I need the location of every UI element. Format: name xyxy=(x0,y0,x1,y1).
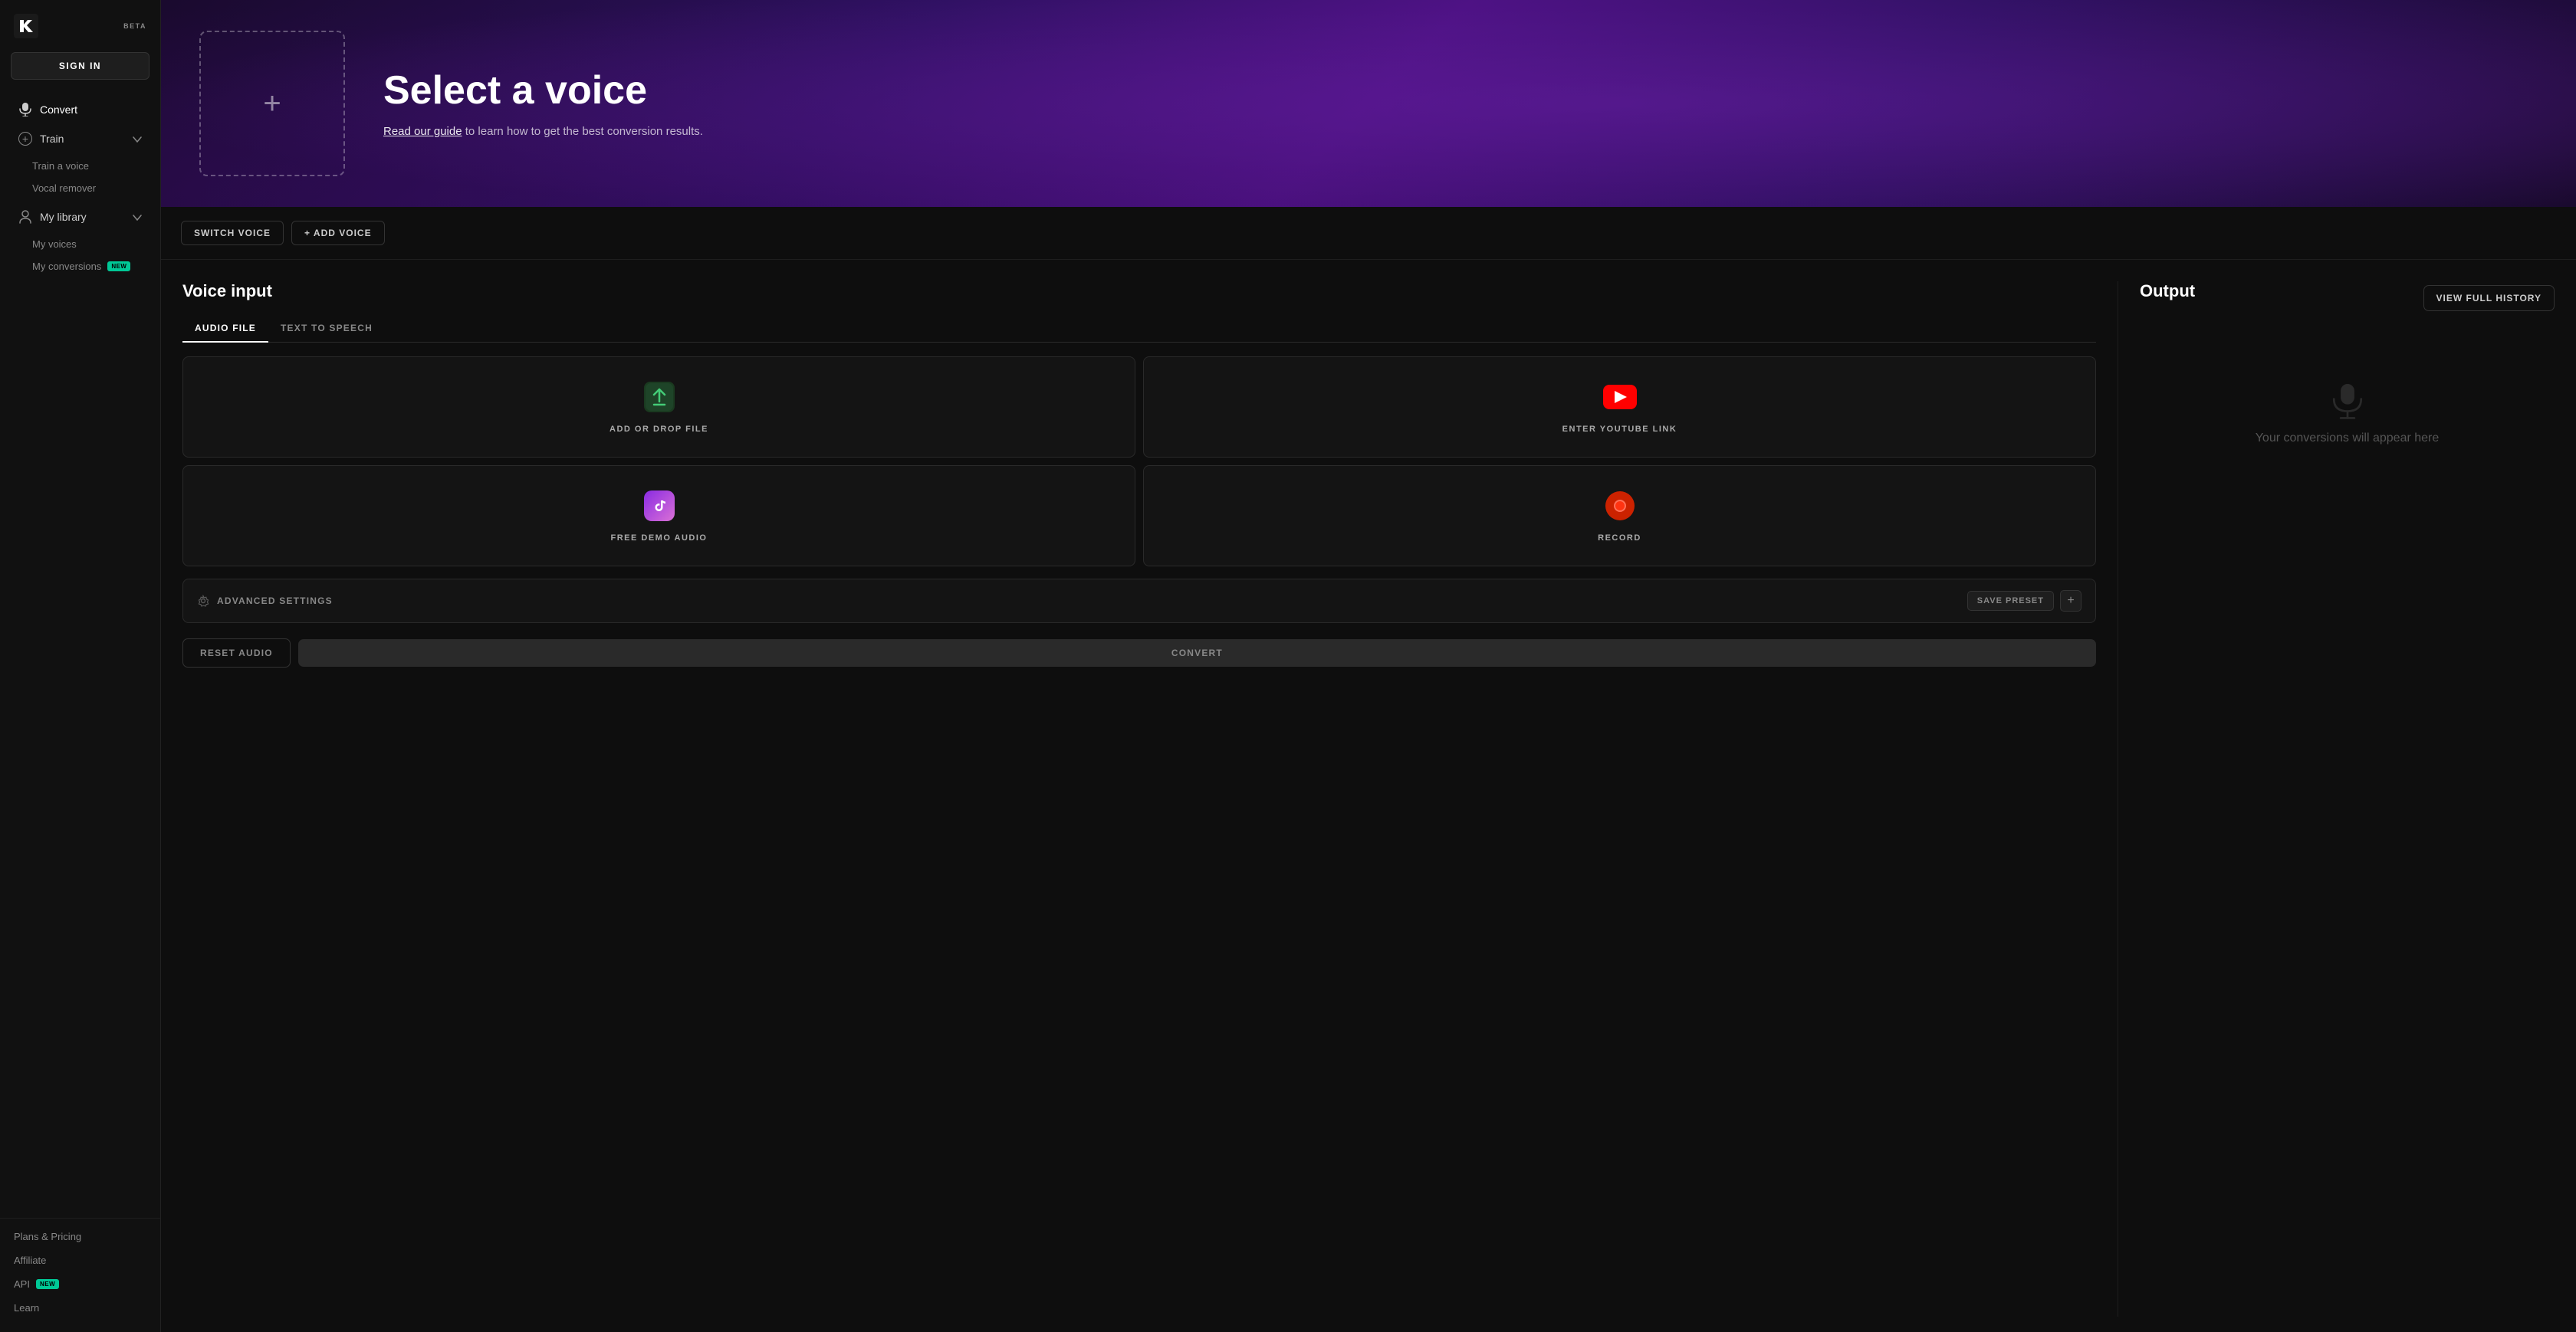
sidebar-item-learn[interactable]: Learn xyxy=(0,1296,160,1320)
tab-text-to-speech[interactable]: TEXT TO SPEECH xyxy=(268,315,385,343)
voice-input-title: Voice input xyxy=(182,281,2096,301)
microphone-icon xyxy=(18,103,32,116)
hero-text: Select a voice Read our guide to learn h… xyxy=(383,69,703,138)
record-inner-icon xyxy=(1614,500,1626,512)
record-icon xyxy=(1603,489,1637,523)
youtube-icon xyxy=(1603,380,1637,414)
youtube-play-icon xyxy=(1615,391,1627,403)
tiktok-icon xyxy=(642,489,676,523)
youtube-card[interactable]: ENTER YOUTUBE LINK xyxy=(1143,356,2096,458)
output-empty-text: Your conversions will appear here xyxy=(2256,431,2440,445)
voice-selector-box[interactable]: + xyxy=(199,31,345,176)
train-submenu: Train a voice Vocal remover xyxy=(0,153,160,202)
output-empty-state: Your conversions will appear here xyxy=(2140,338,2555,491)
my-library-label: My library xyxy=(40,211,125,223)
sidebar-item-my-library[interactable]: My library xyxy=(5,202,156,231)
sidebar-item-my-conversions[interactable]: My conversions NEW xyxy=(32,255,160,277)
hero-title: Select a voice xyxy=(383,69,703,113)
tab-audio-file[interactable]: AUDIO FILE xyxy=(182,315,268,343)
chevron-down-icon-library xyxy=(133,211,142,223)
convert-label: Convert xyxy=(40,103,142,116)
add-voice-button[interactable]: + ADD VOICE xyxy=(291,221,385,245)
youtube-label: ENTER YOUTUBE LINK xyxy=(1562,425,1677,434)
logo xyxy=(14,14,38,38)
advanced-settings-left: ADVANCED SETTINGS xyxy=(197,595,333,607)
sidebar-item-convert[interactable]: Convert xyxy=(5,95,156,124)
main-nav: Convert + Train Train a voice Vocal remo… xyxy=(0,92,160,284)
new-badge-conversions: NEW xyxy=(107,261,130,271)
plus-circle-icon: + xyxy=(18,132,32,146)
advanced-settings-right: SAVE PRESET + xyxy=(1967,590,2082,612)
sidebar-item-affiliate[interactable]: Affiliate xyxy=(0,1248,160,1272)
switch-voice-button[interactable]: SWITCH VOICE xyxy=(181,221,284,245)
sidebar-item-train-voice[interactable]: Train a voice xyxy=(32,155,160,177)
upload-icon xyxy=(642,380,676,414)
demo-audio-card[interactable]: FREE DEMO AUDIO xyxy=(182,465,1135,566)
upload-label: ADD OR DROP FILE xyxy=(610,425,708,434)
output-title: Output xyxy=(2140,281,2195,301)
action-buttons: RESET AUDIO CONVERT xyxy=(182,638,2096,668)
advanced-settings-label: ADVANCED SETTINGS xyxy=(217,595,333,606)
hero-subtitle: Read our guide to learn how to get the b… xyxy=(383,125,703,138)
chevron-down-icon xyxy=(133,133,142,145)
sidebar-item-my-voices[interactable]: My voices xyxy=(32,233,160,255)
logo-icon xyxy=(14,14,38,38)
output-panel: Output VIEW FULL HISTORY Your conversion… xyxy=(2118,281,2555,1317)
library-submenu: My voices My conversions NEW xyxy=(0,231,160,281)
voice-controls-bar: SWITCH VOICE + ADD VOICE xyxy=(161,207,2576,260)
demo-label: FREE DEMO AUDIO xyxy=(611,533,708,543)
hero-banner: + Select a voice Read our guide to learn… xyxy=(161,0,2576,207)
sidebar-item-vocal-remover[interactable]: Vocal remover xyxy=(32,177,160,199)
output-mic-icon xyxy=(2329,384,2366,421)
content-area: Voice input AUDIO FILE TEXT TO SPEECH xyxy=(161,260,2576,1332)
advanced-settings-bar: ADVANCED SETTINGS SAVE PRESET + xyxy=(182,579,2096,623)
logo-area: BETA xyxy=(0,0,160,49)
new-badge-api: NEW xyxy=(36,1279,59,1289)
add-preset-button[interactable]: + xyxy=(2060,590,2082,612)
guide-link[interactable]: Read our guide xyxy=(383,125,462,138)
upload-card[interactable]: ADD OR DROP FILE xyxy=(182,356,1135,458)
record-label: RECORD xyxy=(1598,533,1641,543)
gear-icon xyxy=(197,595,209,607)
output-header: Output VIEW FULL HISTORY xyxy=(2140,281,2555,315)
sidebar-item-plans[interactable]: Plans & Pricing xyxy=(0,1225,160,1248)
sidebar-footer: Plans & Pricing Affiliate API NEW Learn xyxy=(0,1218,160,1332)
sidebar-item-train[interactable]: + Train xyxy=(5,124,156,153)
voice-input-tabs: AUDIO FILE TEXT TO SPEECH xyxy=(182,315,2096,343)
main-content: + Select a voice Read our guide to learn… xyxy=(161,0,2576,1332)
sidebar: BETA SIGN IN Convert + Train xyxy=(0,0,161,1332)
input-cards-grid: ADD OR DROP FILE ENTER YOUTUBE LINK xyxy=(182,356,2096,566)
train-label: Train xyxy=(40,133,125,145)
view-full-history-button[interactable]: VIEW FULL HISTORY xyxy=(2423,285,2555,311)
save-preset-button[interactable]: SAVE PRESET xyxy=(1967,591,2054,611)
convert-button[interactable]: CONVERT xyxy=(298,639,2096,667)
voice-input-panel: Voice input AUDIO FILE TEXT TO SPEECH xyxy=(182,281,2118,1317)
sidebar-item-api[interactable]: API NEW xyxy=(0,1272,160,1296)
voice-selector-plus-icon: + xyxy=(263,87,281,121)
beta-badge: BETA xyxy=(123,22,146,30)
record-card[interactable]: RECORD xyxy=(1143,465,2096,566)
sign-in-button[interactable]: SIGN IN xyxy=(11,52,150,80)
person-icon xyxy=(18,210,32,224)
reset-audio-button[interactable]: RESET AUDIO xyxy=(182,638,291,668)
